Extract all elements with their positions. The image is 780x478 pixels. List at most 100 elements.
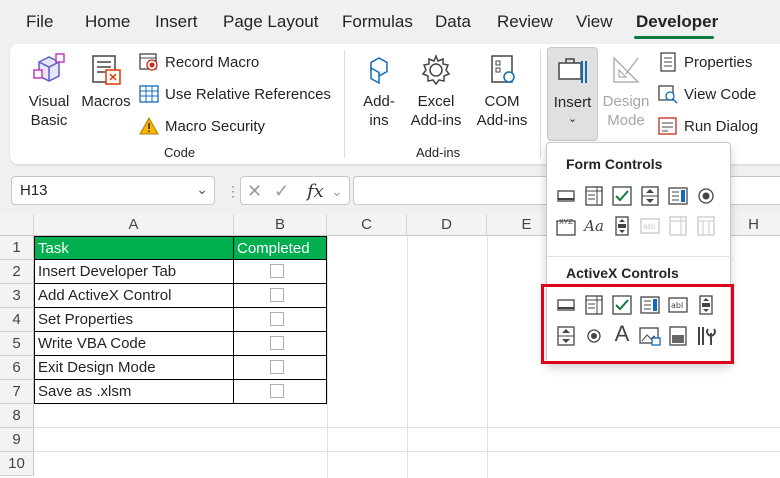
tab-file[interactable]: File — [26, 12, 53, 32]
svg-text:XYZ: XYZ — [559, 218, 573, 226]
completed-cell[interactable] — [233, 380, 327, 404]
form-option-button-icon[interactable] — [695, 185, 717, 207]
excel-add-ins-button[interactable]: Excel Add-ins — [406, 52, 466, 130]
task-cell[interactable]: Add ActiveX Control — [34, 284, 234, 308]
checkbox[interactable] — [270, 384, 284, 398]
com-add-ins-button[interactable]: COM Add-ins — [472, 52, 532, 130]
column-header[interactable]: D — [407, 214, 487, 236]
form-combo-list-edit-icon[interactable] — [667, 215, 689, 237]
tab-home[interactable]: Home — [85, 12, 130, 32]
form-button-icon[interactable] — [555, 185, 577, 207]
column-header[interactable]: A — [34, 214, 234, 236]
row-header[interactable]: 5 — [0, 332, 34, 356]
run-dialog-button[interactable]: Run Dialog — [657, 113, 758, 139]
header-cell-completed[interactable]: Completed — [233, 236, 327, 260]
form-spin-button-icon[interactable] — [639, 185, 661, 207]
form-combo-drop-down-icon[interactable] — [695, 215, 717, 237]
more-options-icon[interactable]: ⋮ — [226, 183, 240, 200]
visual-basic-button[interactable]: Visual Basic — [24, 52, 74, 130]
view-code-icon — [657, 83, 679, 105]
tab-formulas[interactable]: Formulas — [342, 12, 413, 32]
properties-button[interactable]: Properties — [657, 49, 752, 75]
row-header[interactable]: 6 — [0, 356, 34, 380]
form-check-box-icon[interactable] — [611, 185, 633, 207]
use-relative-references-button[interactable]: Use Relative References — [138, 81, 331, 107]
design-mode-icon — [613, 56, 640, 83]
record-macro-button[interactable]: Record Macro — [138, 49, 259, 75]
name-box[interactable]: H13 ⌄ — [11, 176, 215, 205]
column-header[interactable]: B — [234, 214, 327, 236]
task-cell[interactable]: Set Properties — [34, 308, 234, 332]
formula-buttons: ✕ ✓ fx ⌄ — [240, 176, 350, 205]
form-scroll-bar-icon[interactable] — [611, 215, 633, 237]
checkbox[interactable] — [270, 336, 284, 350]
header-cell-task[interactable]: Task — [34, 236, 234, 260]
enter-icon[interactable]: ✓ — [274, 181, 289, 202]
macro-security-button[interactable]: Macro Security — [138, 113, 265, 139]
task-cell[interactable]: Save as .xlsm — [34, 380, 234, 404]
form-label-icon[interactable]: Aa — [583, 215, 605, 237]
row-header[interactable]: 2 — [0, 260, 34, 284]
chevron-down-icon[interactable]: ⌄ — [196, 181, 208, 198]
ribbon-tabs: File Home Insert Page Layout Formulas Da… — [0, 0, 780, 44]
design-mode-button[interactable]: Design Mode — [602, 52, 650, 130]
row-header[interactable]: 3 — [0, 284, 34, 308]
gridline — [34, 451, 780, 452]
completed-cell[interactable] — [233, 332, 327, 356]
task-cell[interactable]: Exit Design Mode — [34, 356, 234, 380]
tab-data[interactable]: Data — [435, 12, 471, 32]
tab-page-layout[interactable]: Page Layout — [223, 12, 318, 32]
completed-cell[interactable] — [233, 260, 327, 284]
insert-function-icon[interactable]: fx — [307, 181, 324, 202]
com-add-ins-icon — [491, 55, 515, 83]
run-dialog-label: Run Dialog — [684, 117, 759, 135]
column-header[interactable]: H — [727, 214, 780, 236]
checkbox[interactable] — [270, 312, 284, 326]
warning-icon — [138, 115, 160, 137]
form-list-box-icon[interactable] — [667, 185, 689, 207]
column-header[interactable]: C — [327, 214, 407, 236]
tab-insert[interactable]: Insert — [155, 12, 198, 32]
cancel-icon[interactable]: ✕ — [247, 181, 262, 202]
form-controls-title: Form Controls — [566, 156, 663, 172]
grid-icon — [138, 83, 160, 105]
form-text-field-icon[interactable]: abl — [639, 215, 661, 237]
checkbox[interactable] — [270, 360, 284, 374]
add-ins-button[interactable]: Add- ins — [358, 52, 400, 130]
row-header[interactable]: 9 — [0, 428, 34, 452]
gridline — [407, 236, 408, 478]
task-cell[interactable]: Write VBA Code — [34, 332, 234, 356]
row-header[interactable]: 7 — [0, 380, 34, 404]
row-header[interactable]: 8 — [0, 404, 34, 428]
add-ins-group-label: Add-ins — [416, 145, 461, 160]
macros-icon — [92, 55, 121, 85]
gear-icon — [421, 53, 451, 86]
checkbox[interactable] — [270, 288, 284, 302]
completed-cell[interactable] — [233, 284, 327, 308]
checkbox[interactable] — [270, 264, 284, 278]
completed-cell[interactable] — [233, 356, 327, 380]
tab-review[interactable]: Review — [497, 12, 553, 32]
form-combo-box-icon[interactable] — [583, 185, 605, 207]
name-box-value: H13 — [20, 182, 48, 199]
record-macro-icon — [138, 51, 160, 73]
add-ins-icon — [370, 57, 388, 85]
menu-separator — [547, 256, 732, 257]
macros-button[interactable]: Macros — [80, 52, 132, 111]
tab-developer[interactable]: Developer — [636, 12, 718, 32]
row-header[interactable]: 1 — [0, 236, 34, 260]
completed-cell[interactable] — [233, 308, 327, 332]
form-group-box-icon[interactable]: XYZ — [555, 215, 577, 237]
view-code-button[interactable]: View Code — [657, 81, 756, 107]
row-header[interactable]: 4 — [0, 308, 34, 332]
svg-text:abl: abl — [643, 222, 655, 231]
macro-security-label: Macro Security — [165, 117, 266, 135]
chevron-down-icon[interactable]: ⌄ — [331, 183, 343, 200]
insert-controls-button[interactable]: Insert ⌄ — [547, 47, 598, 141]
run-dialog-icon — [657, 115, 679, 137]
select-all-corner[interactable] — [0, 214, 34, 236]
task-cell[interactable]: Insert Developer Tab — [34, 260, 234, 284]
group-separator — [344, 50, 345, 158]
row-header[interactable]: 10 — [0, 452, 34, 476]
tab-view[interactable]: View — [576, 12, 613, 32]
